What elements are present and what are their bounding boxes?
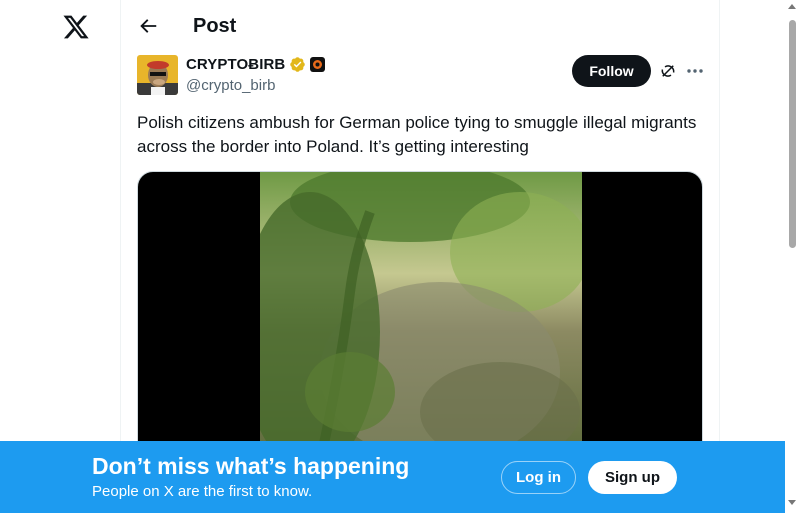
scroll-up-arrow-icon[interactable] <box>788 4 796 9</box>
scroll-down-arrow-icon[interactable] <box>788 500 796 505</box>
grok-icon[interactable] <box>659 62 677 80</box>
login-button[interactable]: Log in <box>501 461 576 494</box>
affiliate-badge-icon[interactable] <box>310 57 326 72</box>
scrollbar[interactable] <box>785 0 800 513</box>
scrollbar-thumb[interactable] <box>789 20 796 248</box>
follow-button[interactable]: Follow <box>572 55 651 87</box>
signup-button[interactable]: Sign up <box>588 461 677 494</box>
gold-verified-badge-icon[interactable] <box>289 56 306 73</box>
more-options-icon[interactable] <box>685 62 705 80</box>
signup-banner: Don’t miss what’s happening People on X … <box>0 441 785 513</box>
page: Post CRYPTOɃIRB @crypto_birb Follow Poli… <box>0 0 800 513</box>
x-logo-icon[interactable] <box>62 13 90 41</box>
post-text: Polish citizens ambush for German police… <box>137 113 697 156</box>
banner-title: Don’t miss what’s happening <box>92 453 410 479</box>
avatar[interactable] <box>137 55 178 95</box>
author-display-name[interactable]: CRYPTOɃIRB <box>186 56 285 73</box>
arrow-left-icon[interactable] <box>137 15 159 37</box>
banner-subtitle: People on X are the first to know. <box>92 483 313 500</box>
video-player[interactable] <box>137 171 703 461</box>
author-handle[interactable]: @crypto_birb <box>186 77 275 94</box>
post-header: Post <box>121 0 719 53</box>
page-title: Post <box>193 15 237 37</box>
author-name-row[interactable]: CRYPTOɃIRB <box>186 56 326 73</box>
post-column: Post CRYPTOɃIRB @crypto_birb Follow Poli… <box>120 0 720 513</box>
video-frame[interactable] <box>240 172 590 460</box>
